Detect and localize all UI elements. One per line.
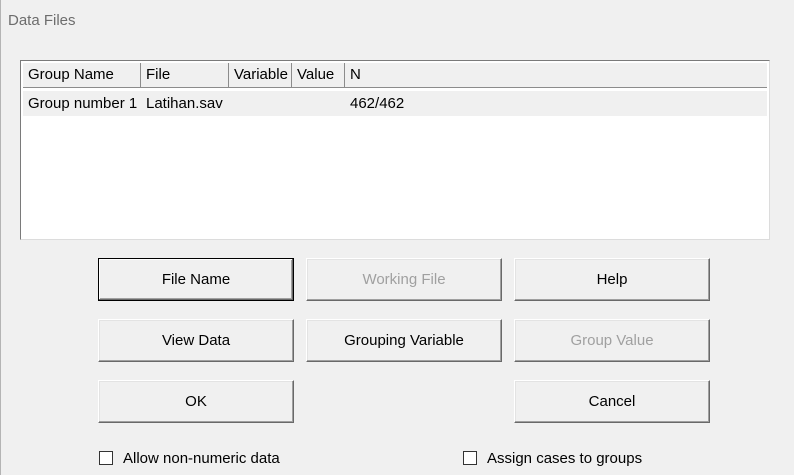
checkbox-box[interactable] [463,451,477,465]
window-left-border [0,0,1,475]
dialog-title: Data Files [8,12,76,29]
cell-n: 462/462 [350,95,405,112]
column-header-file[interactable]: File [141,63,229,87]
cancel-button[interactable]: Cancel [514,380,710,423]
cell-value [292,91,345,116]
table-row[interactable]: Group number 1 Latihan.sav 462/462 [23,91,767,116]
group-value-button[interactable]: Group Value [514,319,710,362]
ok-button[interactable]: OK [98,380,294,423]
grouping-variable-button[interactable]: Grouping Variable [306,319,502,362]
allow-non-numeric-label: Allow non-numeric data [123,450,280,467]
column-header-value[interactable]: Value [292,63,345,87]
cell-file: Latihan.sav [146,95,223,112]
assign-cases-label: Assign cases to groups [487,450,643,467]
help-button[interactable]: Help [514,258,710,301]
column-header-variable[interactable]: Variable [229,63,292,87]
checkbox-box[interactable] [99,451,113,465]
working-file-button[interactable]: Working File [306,258,502,301]
column-header-n[interactable]: N [345,63,767,87]
column-header-group-name[interactable]: Group Name [23,63,141,87]
cell-group-name: Group number 1 [28,95,138,112]
list-header: Group Name File Variable Value N [23,63,767,88]
data-files-list[interactable]: Group Name File Variable Value N Group n… [20,60,770,240]
view-data-button[interactable]: View Data [98,319,294,362]
file-name-button[interactable]: File Name [98,258,294,301]
cell-variable [229,91,292,116]
allow-non-numeric-checkbox[interactable]: Allow non-numeric data [99,449,319,469]
data-files-dialog: Data Files Group Name File Variable Valu… [0,0,794,475]
assign-cases-checkbox[interactable]: Assign cases to groups [463,449,693,469]
